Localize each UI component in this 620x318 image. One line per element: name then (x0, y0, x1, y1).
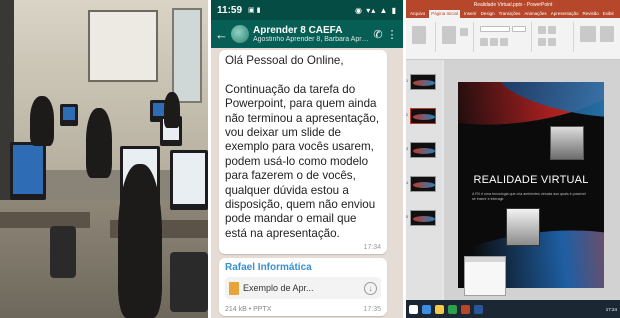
status-time: 11:59 (217, 4, 243, 16)
tab-apresentacao[interactable]: Apresentação (551, 10, 579, 18)
phone-status-bar: 11:59 ▣ ▮ ◉ ▾▴ ▲ ▮ (211, 0, 403, 20)
tab-arquivo[interactable]: Arquivo (410, 10, 425, 18)
slides-group (438, 22, 474, 52)
ribbon-toolbar (406, 18, 620, 60)
whatsapp-chat: 11:59 ▣ ▮ ◉ ▾▴ ▲ ▮ ← Aprender 8 CAEFA Ag… (211, 0, 403, 318)
thumb-number: 4 (406, 180, 409, 185)
more-options-icon[interactable]: ⋮ (385, 28, 399, 41)
bullets-button[interactable] (538, 26, 546, 34)
powerpoint-icon[interactable] (461, 304, 470, 314)
slide-thumbnail[interactable] (410, 142, 436, 158)
tab-transicoes[interactable]: Transições (499, 10, 521, 18)
slide-thumbnail[interactable] (410, 210, 436, 226)
chat-header: ← Aprender 8 CAEFA Agostinho Aprender 8,… (211, 20, 403, 48)
window-title: Realidade Virtual.pptx - PowerPoint (406, 0, 620, 10)
document-icon (229, 281, 239, 295)
signal-battery-icons: ◉ ▾▴ ▲ ▮ (355, 5, 397, 15)
paste-button[interactable] (412, 26, 426, 44)
ribbon-tabs: Arquivo Página Inicial Inserir Design Tr… (406, 10, 620, 18)
file-meta: 214 kB • PPTX (225, 306, 272, 313)
notification-icons: ▣ ▮ (248, 7, 261, 14)
classroom-photo (0, 0, 208, 318)
desk-left (0, 212, 90, 228)
tab-inserir[interactable]: Inserir (464, 10, 477, 18)
classroom-window (172, 8, 202, 103)
download-icon[interactable]: ↓ (364, 281, 377, 295)
group-name: Aprender 8 CAEFA (253, 25, 343, 36)
chair (170, 252, 208, 312)
layout-button[interactable] (460, 28, 468, 36)
monitor (60, 104, 78, 126)
whiteboard (88, 10, 158, 82)
back-arrow-icon[interactable]: ← (215, 27, 228, 42)
thumb-number: 5 (406, 214, 409, 219)
tab-pagina-inicial[interactable]: Página Inicial (429, 10, 461, 18)
word-icon[interactable] (474, 304, 483, 314)
new-slide-button[interactable] (442, 26, 456, 44)
group-members: Agostinho Aprender 8, Barbara Aprender 8… (253, 36, 371, 43)
slide-thumbnail[interactable] (410, 74, 436, 90)
underline-button[interactable] (500, 38, 508, 46)
tab-design[interactable]: Design (481, 10, 495, 18)
file-name: Exemplo de Apr... (243, 283, 314, 293)
slide-editing-area: REALIDADE VIRTUAL A RV é uma tecnologia … (444, 60, 620, 300)
bold-button[interactable] (480, 38, 488, 46)
message-time: 17:34 (363, 244, 381, 251)
shapes-button[interactable] (580, 26, 596, 42)
tab-exibir[interactable]: Exibir (603, 10, 614, 18)
font-name-box[interactable] (480, 26, 510, 32)
sender-name: Rafael Informática (225, 262, 312, 273)
student (86, 108, 112, 178)
slide-thumbnails: 1 2 3 4 5 (406, 60, 442, 300)
student (118, 164, 162, 318)
align-center-button[interactable] (548, 38, 556, 46)
chair (50, 226, 76, 278)
drawing-group (576, 22, 618, 52)
file-attachment[interactable]: Exemplo de Apr... ↓ (225, 277, 381, 299)
student (164, 92, 180, 128)
file-message-bubble[interactable]: Rafael Informática Exemplo de Apr... ↓ 2… (219, 258, 387, 316)
slide-image-vr-headset[interactable] (550, 126, 584, 160)
start-icon[interactable] (409, 304, 418, 314)
slide-image-person[interactable] (506, 208, 540, 246)
student (30, 96, 54, 146)
slide-thumbnail-selected[interactable] (410, 108, 436, 124)
slide-thumbnail[interactable] (410, 176, 436, 192)
tab-revisao[interactable]: Revisão (582, 10, 598, 18)
thumb-number: 2 (406, 112, 409, 117)
message-bubble[interactable]: Olá Pessoal do Online, Continuação da ta… (219, 50, 387, 254)
taskbar-clock: 17:24 (605, 306, 617, 312)
slide-title[interactable]: REALIDADE VIRTUAL (458, 174, 604, 186)
powerpoint-window: Realidade Virtual.pptx - PowerPoint Arqu… (406, 0, 620, 318)
edge-icon[interactable] (422, 304, 431, 314)
thumb-number: 3 (406, 146, 409, 151)
taskbar-preview-popup[interactable] (464, 256, 506, 296)
tab-animacoes[interactable]: Animações (524, 10, 546, 18)
thumb-number: 1 (406, 78, 409, 83)
file-time: 17:35 (363, 306, 381, 313)
numbering-button[interactable] (548, 26, 556, 34)
align-left-button[interactable] (538, 38, 546, 46)
group-avatar[interactable] (231, 25, 249, 43)
arrange-button[interactable] (600, 26, 614, 42)
paragraph-group (534, 22, 574, 52)
folder-icon[interactable] (435, 304, 444, 314)
monitor (170, 150, 208, 210)
windows-taskbar: 17:24 (406, 300, 620, 318)
add-call-icon[interactable]: ✆ (371, 28, 385, 41)
monitor (10, 142, 46, 200)
clipboard-group (406, 22, 436, 52)
slide-body-text[interactable]: A RV é uma tecnologia que cria ambientes… (472, 192, 590, 201)
italic-button[interactable] (490, 38, 498, 46)
chrome-icon[interactable] (448, 304, 457, 314)
message-text: Olá Pessoal do Online, Continuação da ta… (225, 54, 380, 240)
font-size-box[interactable] (512, 26, 526, 32)
chat-header-info[interactable]: Aprender 8 CAEFA Agostinho Aprender 8, B… (253, 25, 371, 43)
font-group (476, 22, 532, 52)
